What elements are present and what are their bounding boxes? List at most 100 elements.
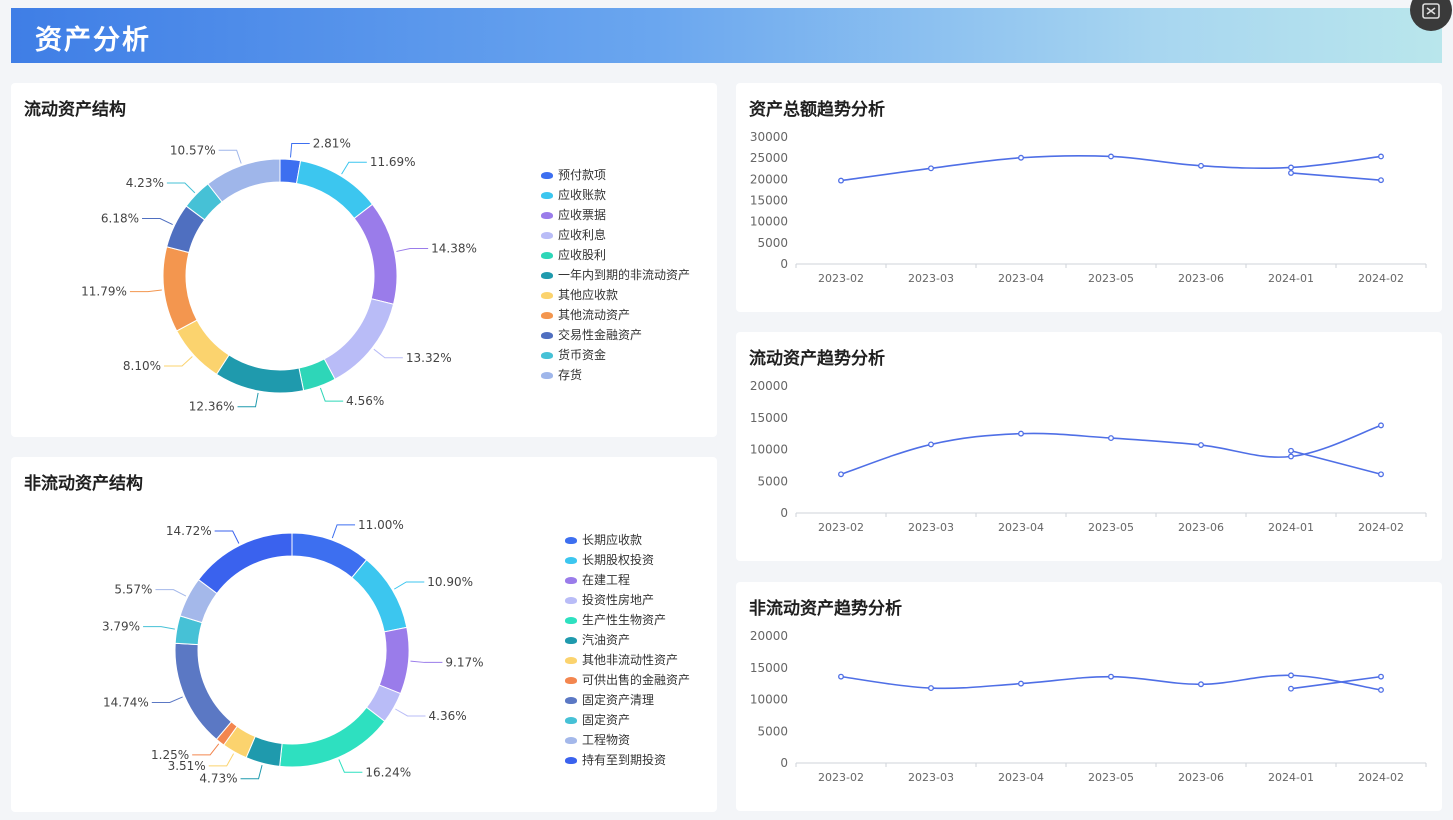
legend-item[interactable]: 汽油资产	[565, 630, 690, 650]
legend-swatch-icon	[565, 616, 577, 624]
screenshot-icon	[1422, 3, 1440, 19]
data-point	[928, 441, 934, 448]
legend-swatch-icon	[541, 211, 553, 219]
pie-slice	[176, 319, 230, 375]
y-tick-label: 0	[780, 756, 788, 770]
legend-label: 存货	[558, 368, 583, 382]
legend-item[interactable]: 可供出售的金融资产	[565, 670, 690, 690]
legend-item[interactable]: 持有至到期投资	[565, 750, 690, 770]
legend-item[interactable]: 存货	[541, 365, 690, 385]
data-point	[1198, 162, 1204, 169]
x-tick-label: 2023-02	[818, 771, 864, 784]
legend-item[interactable]: 长期应收款	[565, 530, 690, 550]
y-tick-label: 15000	[750, 661, 788, 675]
x-tick-label: 2023-02	[818, 521, 864, 534]
total-assets-line-chart: 0 5000 10000 15000 20000 25000 30000 2023-02 202…	[750, 130, 1427, 285]
data-point	[838, 673, 844, 680]
legend-item[interactable]: 货币资金	[541, 345, 690, 365]
x-tick-label: 2023-04	[998, 272, 1044, 285]
legend-item[interactable]: 应收账款	[541, 185, 690, 205]
current-assets-legend: 预付款项应收账款应收票据 应收利息 应收股利 一年内到期的非流动资产其他应收款其他流动…	[541, 165, 690, 385]
x-tick-label: 2023-06	[1178, 521, 1224, 534]
legend-swatch-icon	[565, 556, 577, 564]
legend-item[interactable]: 其他流动资产	[541, 305, 690, 325]
data-point	[1108, 435, 1114, 442]
legend-swatch-icon	[565, 636, 577, 644]
series-line	[1290, 172, 1382, 181]
noncurrent-assets-line-chart: 0 5000 10000 15000 20000 2023-02 2023-03 2023-0…	[750, 629, 1427, 784]
pie-slice	[162, 246, 198, 332]
data-point	[838, 177, 844, 184]
y-tick-label: 25000	[750, 151, 788, 165]
legend-swatch-icon	[565, 576, 577, 584]
data-point	[1378, 153, 1384, 160]
pie-slice	[174, 642, 233, 741]
data-point	[1378, 687, 1384, 693]
leader-line	[396, 248, 429, 252]
leader-line	[410, 660, 443, 663]
x-tick-label: 2023-03	[908, 272, 954, 285]
leader-line	[164, 356, 193, 367]
legend-item[interactable]: 交易性金融资产	[541, 325, 690, 345]
y-tick-label: 20000	[750, 629, 788, 643]
legend-swatch-icon	[541, 351, 553, 359]
pie-slice	[353, 203, 398, 305]
data-point	[1018, 154, 1024, 161]
x-tick-label: 2023-04	[998, 521, 1044, 534]
y-tick-label: 15000	[750, 194, 788, 208]
pie-slice	[295, 160, 374, 220]
legend-item[interactable]: 一年内到期的非流动资产	[541, 265, 690, 285]
legend-item[interactable]: 固定资产清理	[565, 690, 690, 710]
legend-label: 固定资产清理	[582, 693, 655, 707]
pie-slice	[323, 298, 395, 380]
slice-label: 6.18%	[101, 212, 139, 226]
legend-item[interactable]: 应收股利	[541, 245, 690, 265]
current-assets-line-chart: 0 5000 10000 15000 20000 2023-02 2023-03 2023-0…	[750, 379, 1427, 534]
slice-label: 11.69%	[370, 155, 416, 169]
legend-item[interactable]: 其他非流动性资产	[565, 650, 690, 670]
data-point	[1288, 164, 1294, 171]
x-tick-label: 2023-05	[1088, 771, 1134, 784]
data-point	[1288, 685, 1294, 692]
slice-label: 4.23%	[126, 176, 164, 190]
x-tick-label: 2024-01	[1268, 272, 1314, 285]
noncurrent-assets-trend-panel: 非流动资产趋势分析 0 5000 10000 15000 20000 2023-02 202…	[736, 582, 1442, 811]
legend-item[interactable]: 投资性房地产	[565, 590, 690, 610]
series-line	[840, 424, 1382, 476]
legend-item[interactable]: 生产性生物资产	[565, 610, 690, 630]
legend-item[interactable]: 在建工程	[565, 570, 690, 590]
leader-line	[166, 182, 196, 194]
legend-label: 其他应收款	[558, 288, 619, 302]
legend-item[interactable]: 长期股权投资	[565, 550, 690, 570]
slice-label: 12.36%	[189, 400, 235, 414]
slice-label: 14.74%	[103, 695, 149, 709]
pie-slice	[351, 559, 408, 633]
data-point	[1378, 673, 1384, 680]
pie-slice	[378, 626, 410, 695]
data-point	[1018, 680, 1024, 687]
legend-swatch-icon	[541, 371, 553, 379]
legend-label: 可供出售的金融资产	[582, 673, 691, 687]
legend-item[interactable]: 固定资产	[565, 710, 690, 730]
data-point	[1288, 447, 1294, 454]
noncurrent-assets-structure-panel: 非流动资产结构 11.00% 10.90% 9.17% 4.36% 16.24% 4.73…	[11, 457, 717, 812]
leader-line	[155, 589, 187, 597]
current-assets-trend-panel: 流动资产趋势分析 0 5000 10000 15000 20000 2023-02 2023…	[736, 332, 1442, 561]
x-tick-label: 2023-02	[818, 272, 864, 285]
data-point	[1018, 430, 1024, 437]
leader-line	[240, 765, 263, 780]
data-point	[1288, 170, 1294, 176]
y-tick-label: 10000	[750, 443, 788, 457]
legend-item[interactable]: 工程物资	[565, 730, 690, 750]
x-tick-label: 2024-02	[1358, 272, 1404, 285]
slice-label: 2.81%	[313, 137, 351, 151]
legend-item[interactable]: 预付款项	[541, 165, 690, 185]
current-assets-structure-panel: 流动资产结构 2.81% 11.69% 14.38% 13.32% 4.56% 12.36…	[11, 83, 717, 437]
legend-item[interactable]: 应收票据	[541, 205, 690, 225]
legend-label: 应收账款	[558, 188, 607, 202]
legend-item[interactable]: 其他应收款	[541, 285, 690, 305]
pie-slice	[279, 706, 386, 768]
slice-label: 11.79%	[81, 285, 127, 299]
y-tick-label: 15000	[750, 411, 788, 425]
legend-item[interactable]: 应收利息	[541, 225, 690, 245]
